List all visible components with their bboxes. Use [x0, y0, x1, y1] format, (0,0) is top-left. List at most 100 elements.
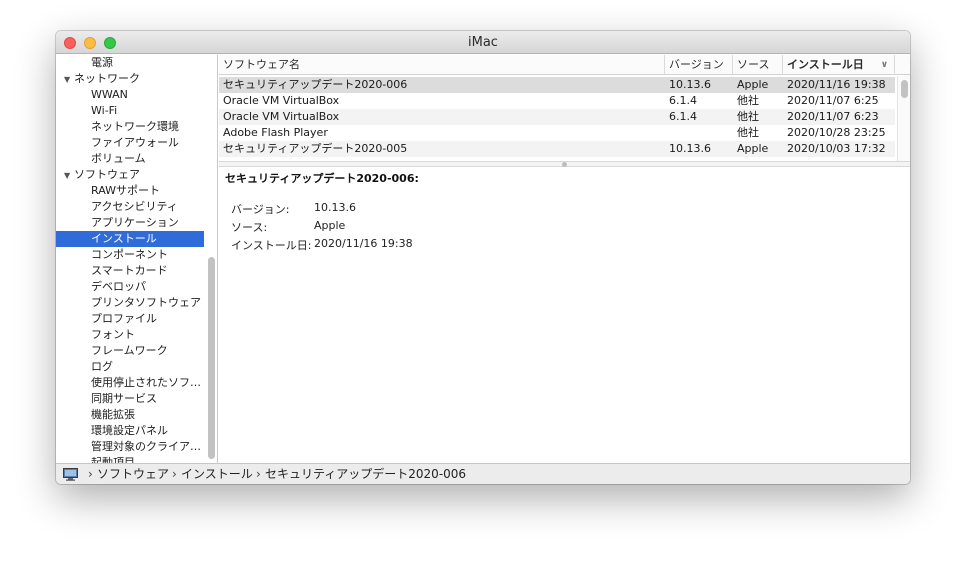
table-row[interactable]: セキュリティアップデート2020-006 10.13.6 Apple 2020/11/… [219, 77, 895, 93]
table-scrollbar[interactable] [897, 76, 910, 161]
table-row[interactable]: Oracle VM VirtualBox 6.1.4 他社 2020/11/07 6:… [219, 109, 895, 125]
sidebar-item-label: ログ [91, 360, 113, 373]
path-crumb-install[interactable]: インストール [181, 464, 253, 484]
sidebar-item[interactable]: 起動項目 [56, 455, 204, 463]
sidebar-item[interactable]: 機能拡張 [56, 407, 204, 423]
sidebar-item[interactable]: 環境設定パネル [56, 423, 204, 439]
sidebar-item-label: ボリューム [91, 152, 146, 165]
sidebar-item[interactable]: ネットワーク環境 [56, 119, 204, 135]
sidebar-item-label: インストール [91, 232, 157, 245]
system-information-window: iMac 電源 ▼ ネットワーク WWAN Wi-Fi ネットワーク環境 ファイアウォールボ… [56, 31, 910, 484]
cell-version [665, 125, 733, 141]
cell-name: セキュリティアップデート2020-005 [223, 142, 408, 155]
sidebar-item[interactable]: RAWサポート [56, 183, 204, 199]
sidebar-item[interactable]: ボリューム [56, 151, 204, 167]
sidebar-item-label: ネットワーク環境 [91, 120, 179, 133]
computer-icon[interactable] [63, 468, 78, 481]
title-bar[interactable]: iMac [56, 31, 910, 54]
path-separator-3: › [256, 467, 261, 481]
path-separator-2: › [172, 467, 177, 481]
cell-name: Oracle VM VirtualBox [223, 94, 340, 107]
sidebar-item-label: アクセシビリティ [91, 200, 178, 213]
sidebar-item[interactable]: インストール [56, 231, 204, 247]
sidebar-item-label: コンポーネント [91, 248, 168, 261]
cell-install-date: 2020/10/03 17:32 [787, 142, 886, 155]
sidebar-item-label: RAWサポート [91, 184, 160, 197]
sidebar-item[interactable]: プロファイル [56, 311, 204, 327]
sidebar-item-label: 起動項目 [91, 456, 135, 463]
sidebar-item[interactable]: プリンタソフトウェア [56, 295, 204, 311]
column-header-version[interactable]: バージョン [665, 55, 733, 75]
detail-source-value: Apple [314, 219, 346, 232]
path-crumb-security-update[interactable]: セキュリティアップデート2020-006 [265, 464, 466, 484]
cell-install-date: 2020/11/07 6:25 [787, 94, 879, 107]
column-header-name[interactable]: ソフトウェア名 [219, 55, 665, 75]
sidebar-item-label: 電源 [91, 56, 113, 69]
sidebar-item[interactable]: デベロッパ [56, 279, 204, 295]
sidebar-item-label: WWAN [91, 88, 128, 101]
sidebar-item[interactable]: アプリケーション [56, 215, 204, 231]
cell-name: セキュリティアップデート2020-006 [223, 78, 408, 91]
sidebar-item-label: プロファイル [91, 312, 157, 325]
detail-pane: セキュリティアップデート2020-006: バージョン: 10.13.6 ソース… [219, 168, 910, 463]
sidebar-item[interactable]: スマートカード [56, 263, 204, 279]
path-crumb-software[interactable]: ソフトウェア [97, 464, 169, 484]
cell-name: Adobe Flash Player [223, 126, 328, 139]
sidebar-item-label: ソフトウェア [74, 168, 140, 181]
sidebar-item[interactable]: フォント [56, 327, 204, 343]
path-bar: › ソフトウェア › インストール › セキュリティアップデート2020-006 [56, 463, 910, 484]
sidebar-item-label: 環境設定パネル [91, 424, 168, 437]
table-row[interactable]: セキュリティアップデート2020-005 10.13.6 Apple 2020/10/… [219, 141, 895, 157]
sidebar-item[interactable]: ログ [56, 359, 204, 375]
sidebar-item[interactable]: WWAN [56, 87, 204, 103]
sidebar-item[interactable]: Wi-Fi [56, 103, 204, 119]
sidebar-item-label: 同期サービス [91, 392, 157, 405]
divider-handle-icon[interactable] [562, 162, 567, 167]
cell-source: Apple [737, 78, 769, 91]
sidebar-scrollbar-thumb[interactable] [208, 257, 215, 459]
sidebar-item-label: アプリケーション [91, 216, 179, 229]
table-header: ソフトウェア名 バージョン ソース インストール日 ∨ [219, 55, 910, 75]
software-table: ソフトウェア名 バージョン ソース インストール日 ∨ セキュリティアップデート… [219, 55, 910, 161]
sidebar-item[interactable]: ▼ ネットワーク [56, 71, 204, 87]
table-row[interactable]: Adobe Flash Player 他社 2020/10/28 23:25 [219, 125, 895, 141]
detail-version-value: 10.13.6 [314, 201, 356, 214]
detail-install-date-label: インストール日: [231, 239, 312, 252]
column-header-install-date[interactable]: インストール日 ∨ [783, 55, 895, 75]
cell-version: 6.1.4 [669, 94, 697, 107]
column-header-install-date-label: インストール日 [787, 58, 864, 71]
table-row[interactable]: Oracle VM VirtualBox 6.1.4 他社 2020/11/07 6:… [219, 93, 895, 109]
window-title: iMac [468, 35, 498, 50]
sidebar-item[interactable]: 使用停止されたソフ… [56, 375, 204, 391]
sidebar-item[interactable]: アクセシビリティ [56, 199, 204, 215]
sidebar-item[interactable]: 同期サービス [56, 391, 204, 407]
sidebar-item-label: ファイアウォール [91, 136, 179, 149]
detail-source-label: ソース: [231, 221, 268, 234]
sidebar-item[interactable]: フレームワーク [56, 343, 204, 359]
column-header-source[interactable]: ソース [733, 55, 783, 75]
cell-source: 他社 [737, 126, 759, 139]
cell-install-date: 2020/11/07 6:23 [787, 110, 879, 123]
disclosure-triangle-icon[interactable]: ▼ [64, 72, 74, 87]
path-separator-1: › [88, 467, 93, 481]
table-scrollbar-thumb[interactable] [901, 80, 908, 98]
sidebar-item[interactable]: コンポーネント [56, 247, 204, 263]
split-view-divider[interactable] [219, 161, 910, 167]
cell-install-date: 2020/10/28 23:25 [787, 126, 886, 139]
cell-source: 他社 [737, 110, 759, 123]
sidebar-item[interactable]: ▼ ソフトウェア [56, 167, 204, 183]
detail-title: セキュリティアップデート2020-006: [225, 172, 419, 185]
sidebar-item[interactable]: 管理対象のクライア… [56, 439, 204, 455]
detail-install-date-value: 2020/11/16 19:38 [314, 237, 413, 250]
sidebar-item-label: プリンタソフトウェア [91, 296, 201, 309]
sidebar-item-label: スマートカード [91, 264, 168, 277]
sidebar: 電源 ▼ ネットワーク WWAN Wi-Fi ネットワーク環境 ファイアウォール ボリューム ▼… [56, 55, 218, 463]
cell-source: Apple [737, 142, 769, 155]
cell-version: 6.1.4 [669, 110, 697, 123]
cell-version: 10.13.6 [669, 78, 711, 91]
disclosure-triangle-icon[interactable]: ▼ [64, 168, 74, 183]
sidebar-item-label: フレームワーク [91, 344, 168, 357]
sidebar-item[interactable]: ファイアウォール [56, 135, 204, 151]
sidebar-item[interactable]: 電源 [56, 55, 204, 71]
sidebar-item-label: ネットワーク [74, 72, 140, 85]
